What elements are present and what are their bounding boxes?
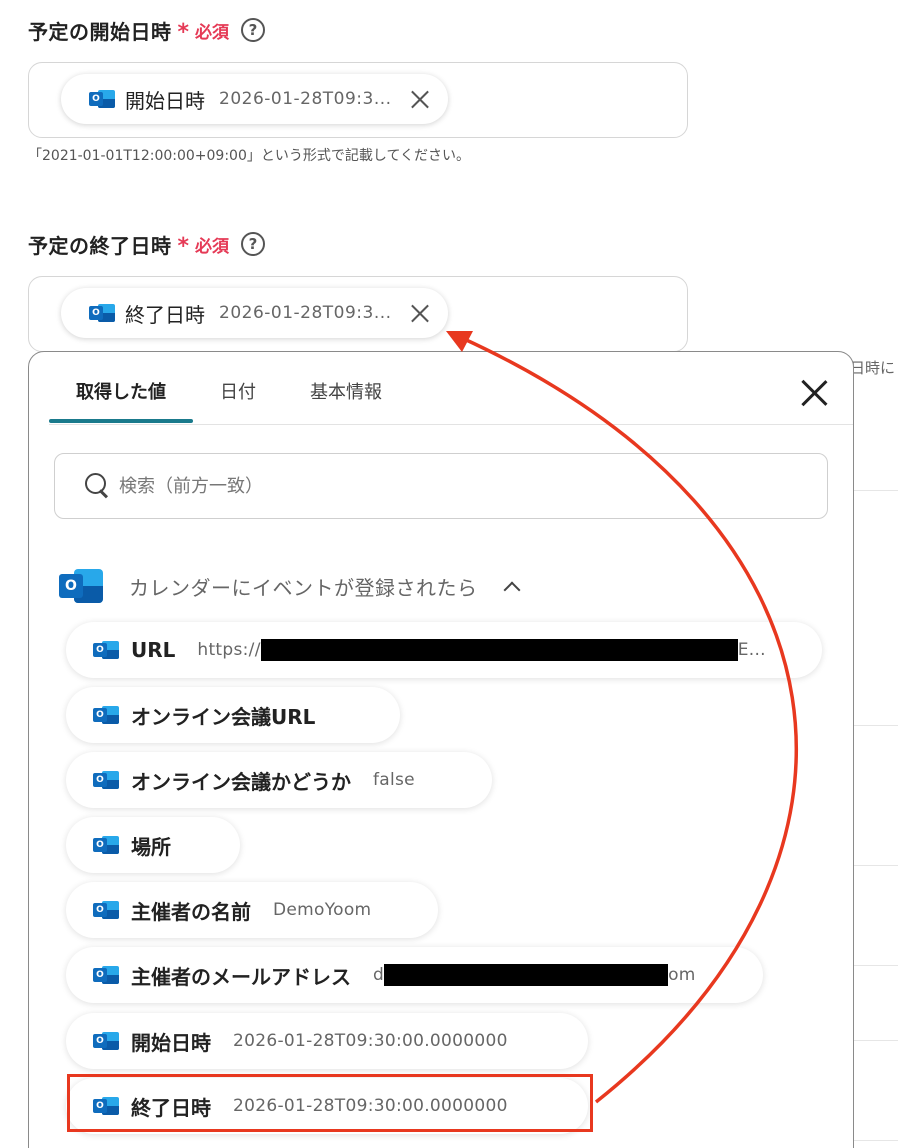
item-value: false [373, 770, 415, 790]
redacted-block [384, 964, 669, 986]
outlook-icon: O [89, 88, 115, 110]
help-icon[interactable]: ? [241, 232, 266, 256]
item-value: d om [373, 964, 696, 986]
item-label: 場所 [131, 834, 171, 859]
list-item-organizer-name[interactable]: O 主催者の名前 DemoYoom [66, 882, 438, 938]
search-input[interactable] [119, 475, 719, 497]
chip-value: 2026-01-28T09:3... [219, 89, 392, 109]
field-label-text: 予定の開始日時 [28, 19, 172, 44]
list-item-url[interactable]: O URL https://E... [66, 622, 822, 678]
list-item-start-datetime[interactable]: O 開始日時 2026-01-28T09:30:00.0000000 [66, 1013, 588, 1069]
close-icon[interactable] [410, 303, 430, 323]
outlook-icon: O [93, 639, 119, 661]
required-badge: 必須 [195, 236, 230, 257]
group-header[interactable]: O カレンダーにイベントが登録されたら [59, 564, 520, 608]
close-icon[interactable] [410, 89, 430, 109]
start-datetime-label: 予定の開始日時 * 必須 ? [28, 14, 266, 46]
value-picker-panel: 取得した値 日付 基本情報 O カレンダーにイベントが登録されたら O URL … [28, 351, 854, 1148]
list-item-location[interactable]: O 場所 [66, 817, 240, 873]
background-divider [852, 865, 898, 866]
item-label: オンライン会議URL [131, 704, 316, 729]
list-item-organizer-email[interactable]: O 主催者のメールアドレス d om [66, 947, 763, 1003]
item-label: 開始日時 [131, 1030, 211, 1055]
item-label: オンライン会議かどうか [131, 769, 351, 794]
close-icon[interactable] [801, 380, 827, 406]
tab-divider [49, 424, 853, 425]
chip-label: 開始日時 [125, 88, 205, 113]
required-asterisk: * [177, 19, 190, 45]
background-divider [852, 725, 898, 726]
tab-basic-info[interactable]: 基本情報 [283, 372, 409, 422]
item-value: DemoYoom [273, 900, 372, 920]
tab-acquired-values[interactable]: 取得した値 [49, 372, 193, 423]
item-label: 主催者のメールアドレス [131, 964, 351, 989]
redacted-block [260, 639, 738, 661]
end-datetime-chip[interactable]: O 終了日時 2026-01-28T09:3... [61, 288, 448, 338]
outlook-icon: O [93, 899, 119, 921]
item-label: URL [131, 638, 176, 662]
field-label-text: 予定の終了日時 [28, 233, 172, 258]
chevron-up-icon[interactable] [503, 581, 520, 599]
list-item-online-meeting-url[interactable]: O オンライン会議URL [66, 687, 400, 743]
outlook-icon: O [93, 704, 119, 726]
background-divider [852, 1040, 898, 1041]
outlook-icon: O [93, 1030, 119, 1052]
tab-date[interactable]: 日付 [193, 372, 283, 422]
background-divider [852, 1140, 898, 1141]
background-text-fragment: 日時に [850, 359, 896, 377]
required-asterisk: * [177, 233, 190, 259]
end-datetime-label: 予定の終了日時 * 必須 ? [28, 228, 266, 260]
item-value: https://E... [197, 639, 766, 661]
picker-tabs: 取得した値 日付 基本情報 [49, 372, 409, 423]
outlook-icon: O [59, 566, 103, 606]
background-divider [852, 490, 898, 491]
search-icon [85, 473, 111, 499]
annotation-highlight-box [67, 1074, 593, 1132]
outlook-icon: O [93, 769, 119, 791]
start-datetime-chip[interactable]: O 開始日時 2026-01-28T09:3... [61, 74, 448, 124]
chip-label: 終了日時 [125, 302, 205, 327]
end-datetime-input[interactable]: O 終了日時 2026-01-28T09:3... [28, 276, 688, 352]
outlook-icon: O [93, 964, 119, 986]
help-icon[interactable]: ? [241, 18, 266, 42]
background-divider [852, 965, 898, 966]
start-datetime-input[interactable]: O 開始日時 2026-01-28T09:3... [28, 62, 688, 138]
item-label: 主催者の名前 [131, 899, 251, 924]
outlook-icon: O [89, 302, 115, 324]
group-title: カレンダーにイベントが登録されたら [129, 575, 478, 600]
format-hint: 「2021-01-01T12:00:00+09:00」という形式で記載してくださ… [28, 148, 471, 164]
search-box[interactable] [54, 453, 828, 519]
chip-value: 2026-01-28T09:3... [219, 303, 392, 323]
required-badge: 必須 [195, 22, 230, 43]
item-value: 2026-01-28T09:30:00.0000000 [233, 1031, 508, 1051]
list-item-is-online-meeting[interactable]: O オンライン会議かどうか false [66, 752, 492, 808]
outlook-icon: O [93, 834, 119, 856]
